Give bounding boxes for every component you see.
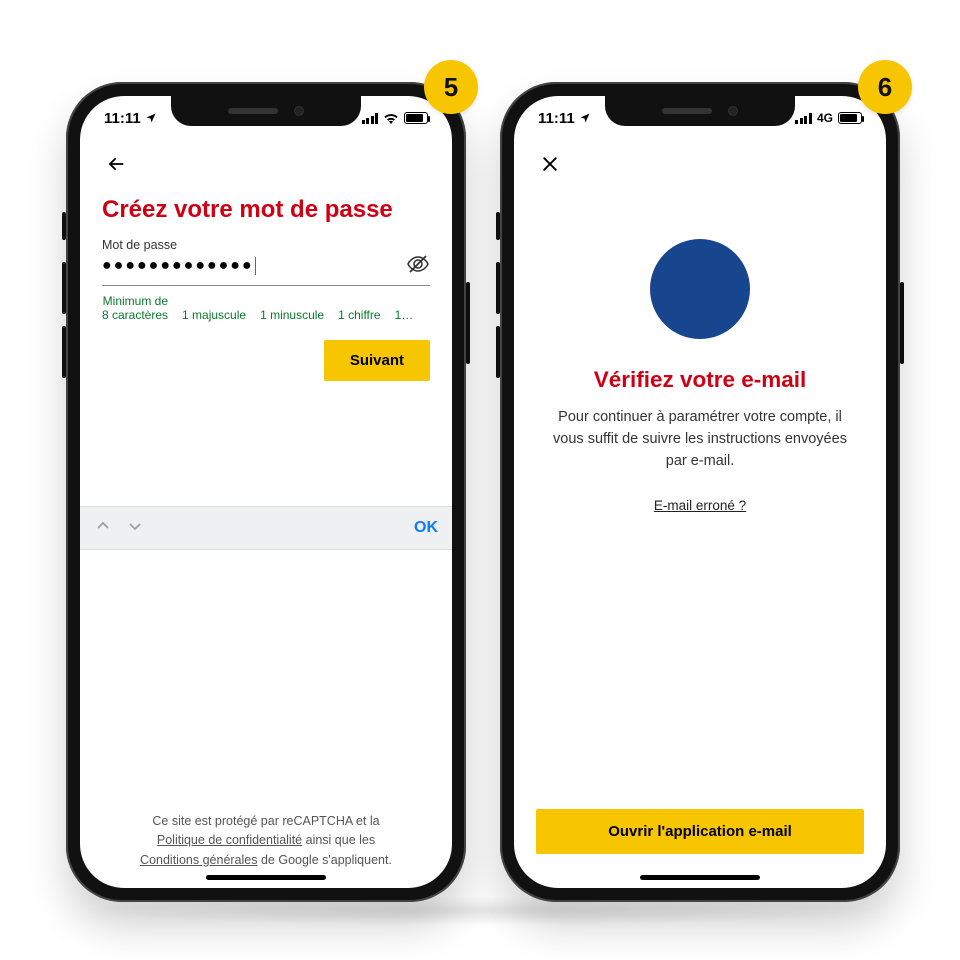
status-time: 11:11 bbox=[538, 110, 575, 127]
rule-more: 1… bbox=[395, 308, 414, 322]
footer-text-2: ainsi que les bbox=[302, 833, 375, 847]
open-mail-button[interactable]: Ouvrir l'application e-mail bbox=[536, 809, 864, 854]
recaptcha-footer: Ce site est protégé par reCAPTCHA et la … bbox=[80, 812, 452, 870]
toggle-visibility-icon[interactable] bbox=[406, 252, 430, 281]
step-badge-5: 5 bbox=[424, 60, 478, 114]
volume-down-button bbox=[496, 326, 500, 378]
cellular-signal-icon bbox=[795, 113, 812, 124]
body-text: Pour continuer à paramétrer votre compte… bbox=[536, 407, 864, 472]
device-notch bbox=[605, 96, 795, 126]
next-button[interactable]: Suivant bbox=[324, 340, 430, 381]
password-label: Mot de passe bbox=[102, 238, 430, 252]
footer-text-3: de Google s'appliquent. bbox=[258, 853, 392, 867]
keyboard-accessory: OK bbox=[80, 506, 452, 550]
power-button bbox=[900, 282, 904, 364]
screen-content: Vérifiez votre e-mail Pour continuer à p… bbox=[514, 140, 886, 888]
password-rules: Minimum de 8 caractères 1 majuscule 1 mi… bbox=[102, 294, 430, 323]
footer-text-1: Ce site est protégé par reCAPTCHA et la bbox=[152, 814, 379, 828]
phone-step-6: 6 11:11 4G bbox=[500, 82, 900, 902]
rule-lead-1: Minimum de bbox=[103, 294, 168, 308]
step-badge-6: 6 bbox=[858, 60, 912, 114]
back-button[interactable] bbox=[102, 150, 130, 178]
battery-icon bbox=[838, 112, 862, 124]
power-button bbox=[466, 282, 470, 364]
password-masked-value: ●●●●●●●●●●●●● bbox=[102, 257, 406, 275]
phone-step-5: 5 11:11 bbox=[66, 82, 466, 902]
terms-link[interactable]: Conditions générales bbox=[140, 853, 257, 867]
status-time: 11:11 bbox=[104, 110, 141, 127]
keyboard-done-button[interactable]: OK bbox=[414, 519, 438, 537]
password-field[interactable]: ●●●●●●●●●●●●● bbox=[102, 252, 430, 286]
rule-lead-2: 8 caractères bbox=[102, 308, 168, 322]
rule-uppercase: 1 majuscule bbox=[182, 308, 246, 322]
wifi-icon bbox=[383, 112, 399, 124]
location-icon bbox=[145, 112, 157, 124]
volume-up-button bbox=[496, 262, 500, 314]
battery-icon bbox=[404, 112, 428, 124]
privacy-policy-link[interactable]: Politique de confidentialité bbox=[157, 833, 302, 847]
close-button[interactable] bbox=[536, 150, 564, 178]
keyboard-prev-icon[interactable] bbox=[94, 517, 112, 540]
network-label: 4G bbox=[817, 111, 833, 125]
rule-digit: 1 chiffre bbox=[338, 308, 380, 322]
location-icon bbox=[579, 112, 591, 124]
volume-down-button bbox=[62, 326, 66, 378]
hero-circle-icon bbox=[650, 239, 750, 339]
device-notch bbox=[171, 96, 361, 126]
page-title: Créez votre mot de passe bbox=[102, 196, 430, 224]
rule-lowercase: 1 minuscule bbox=[260, 308, 324, 322]
cellular-signal-icon bbox=[362, 113, 379, 124]
mute-switch bbox=[62, 212, 66, 240]
keyboard-next-icon[interactable] bbox=[126, 517, 144, 540]
mute-switch bbox=[496, 212, 500, 240]
wrong-email-link[interactable]: E-mail erroné ? bbox=[536, 498, 864, 513]
volume-up-button bbox=[62, 262, 66, 314]
page-title: Vérifiez votre e-mail bbox=[536, 367, 864, 393]
